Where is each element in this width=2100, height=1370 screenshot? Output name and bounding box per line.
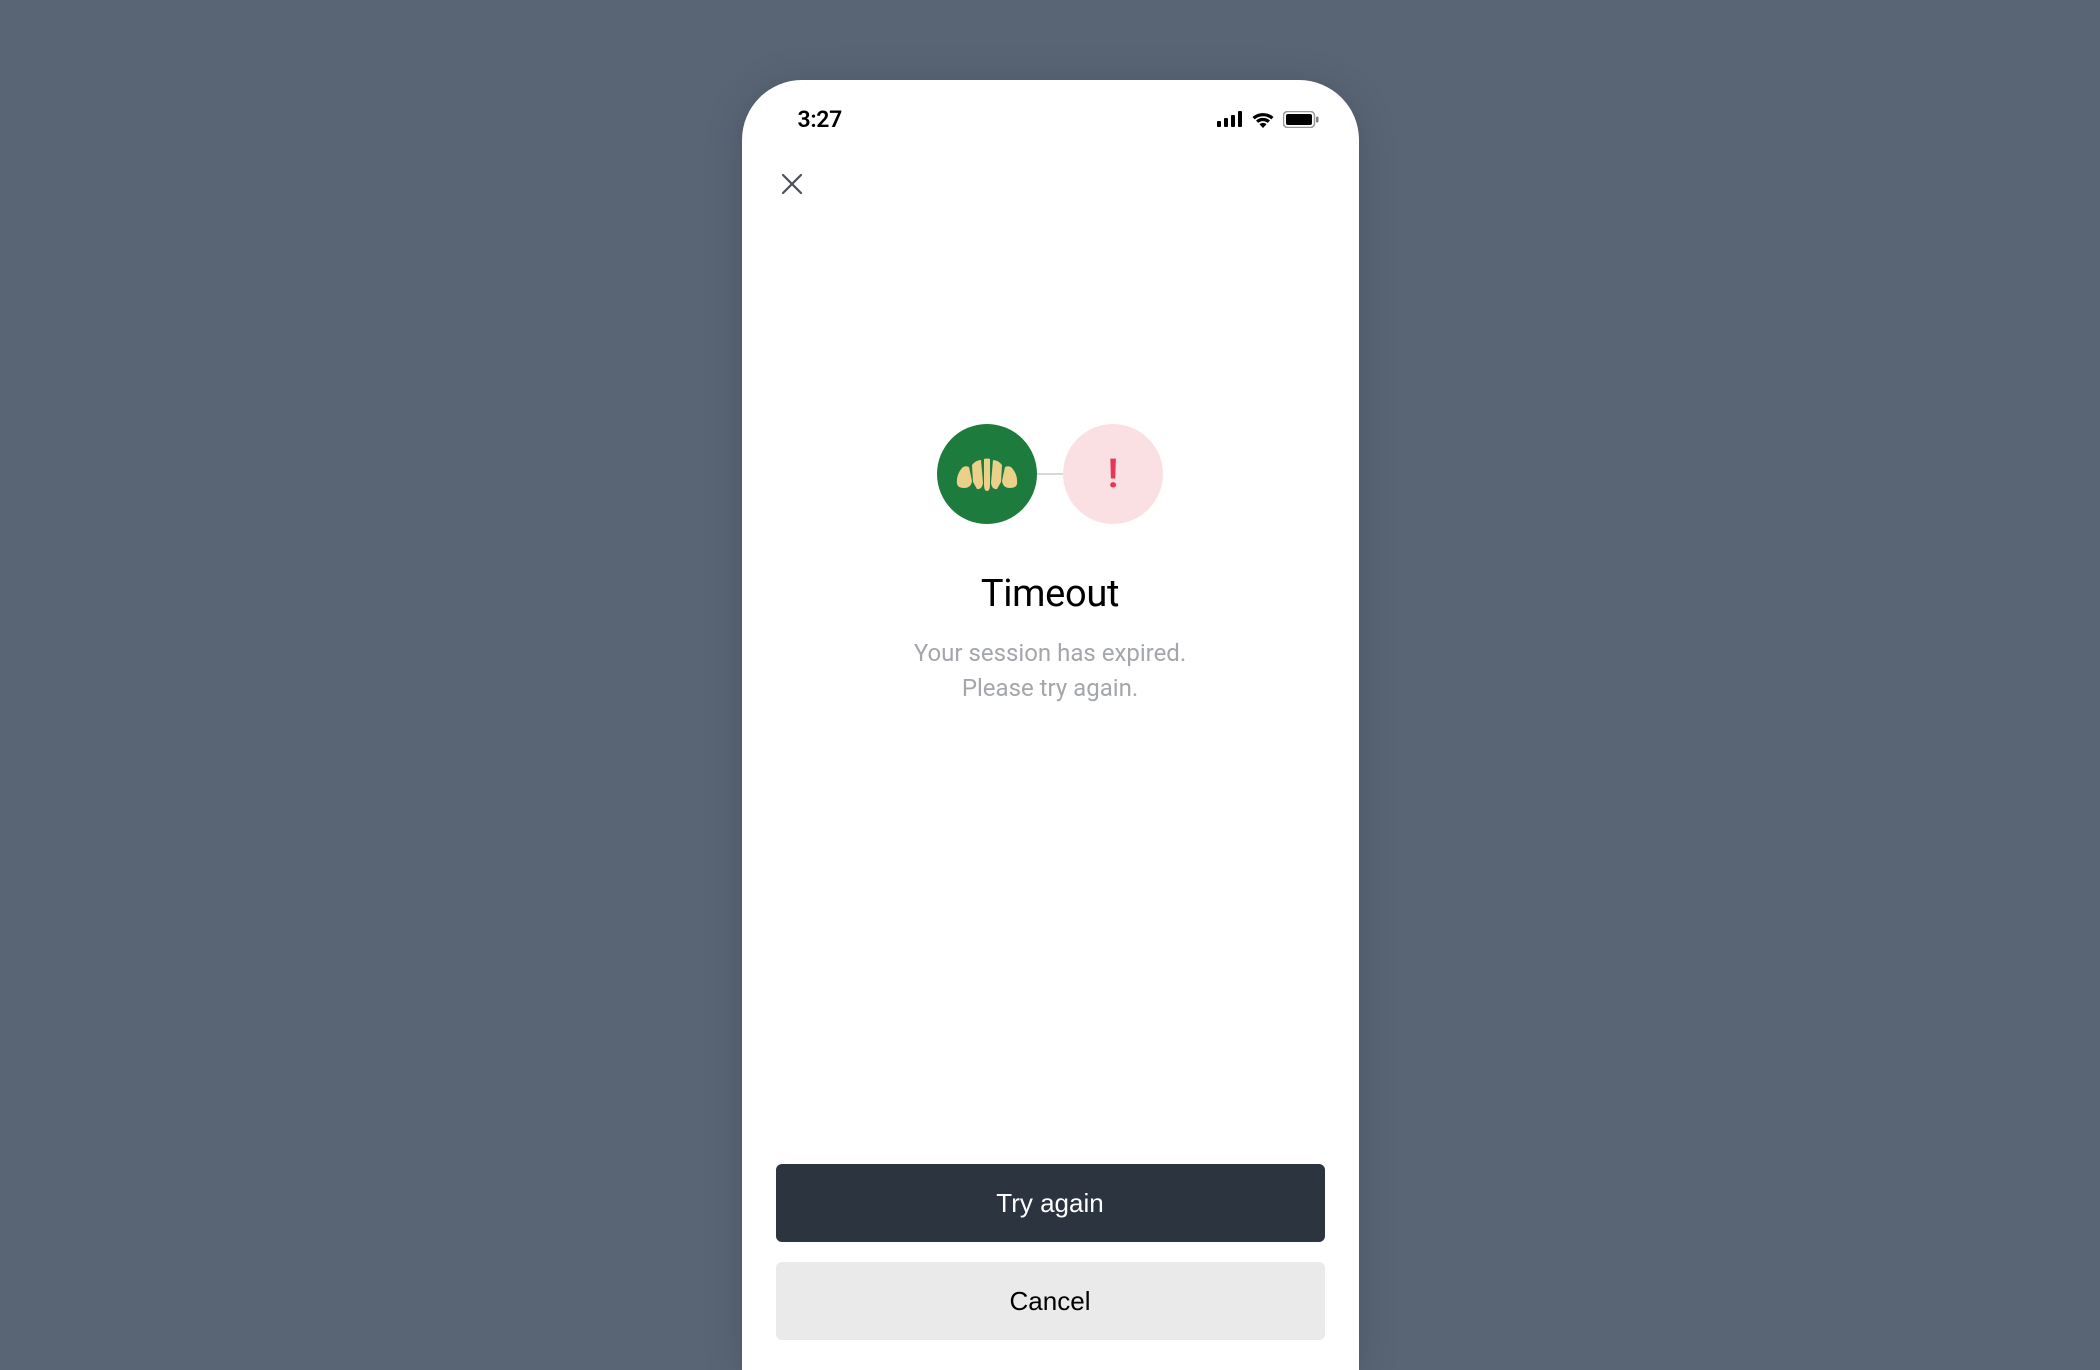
main-content: ! Timeout Your session has expired. Plea… bbox=[742, 204, 1359, 1164]
battery-icon bbox=[1283, 111, 1319, 128]
croissant-icon bbox=[954, 450, 1020, 498]
error-subtitle: Your session has expired. Please try aga… bbox=[914, 636, 1186, 706]
phone-frame: 3:27 bbox=[742, 80, 1359, 1370]
nav-bar bbox=[742, 140, 1359, 204]
subtitle-line-1: Your session has expired. bbox=[914, 639, 1186, 667]
status-icons bbox=[1217, 111, 1319, 128]
status-time: 3:27 bbox=[798, 106, 843, 133]
try-again-button[interactable]: Try again bbox=[776, 1164, 1325, 1242]
button-container: Try again Cancel bbox=[742, 1164, 1359, 1370]
cancel-button[interactable]: Cancel bbox=[776, 1262, 1325, 1340]
subtitle-line-2: Please try again. bbox=[962, 674, 1138, 702]
status-icon-row: ! bbox=[937, 424, 1163, 524]
close-icon bbox=[781, 173, 803, 195]
connector-line bbox=[1036, 473, 1064, 475]
status-bar: 3:27 bbox=[742, 80, 1359, 140]
error-title: Timeout bbox=[981, 572, 1119, 616]
cellular-signal-icon bbox=[1217, 111, 1243, 127]
exclamation-icon: ! bbox=[1108, 454, 1119, 494]
app-logo-circle bbox=[937, 424, 1037, 524]
close-button[interactable] bbox=[772, 164, 812, 204]
wifi-icon bbox=[1251, 111, 1275, 128]
error-status-circle: ! bbox=[1063, 424, 1163, 524]
